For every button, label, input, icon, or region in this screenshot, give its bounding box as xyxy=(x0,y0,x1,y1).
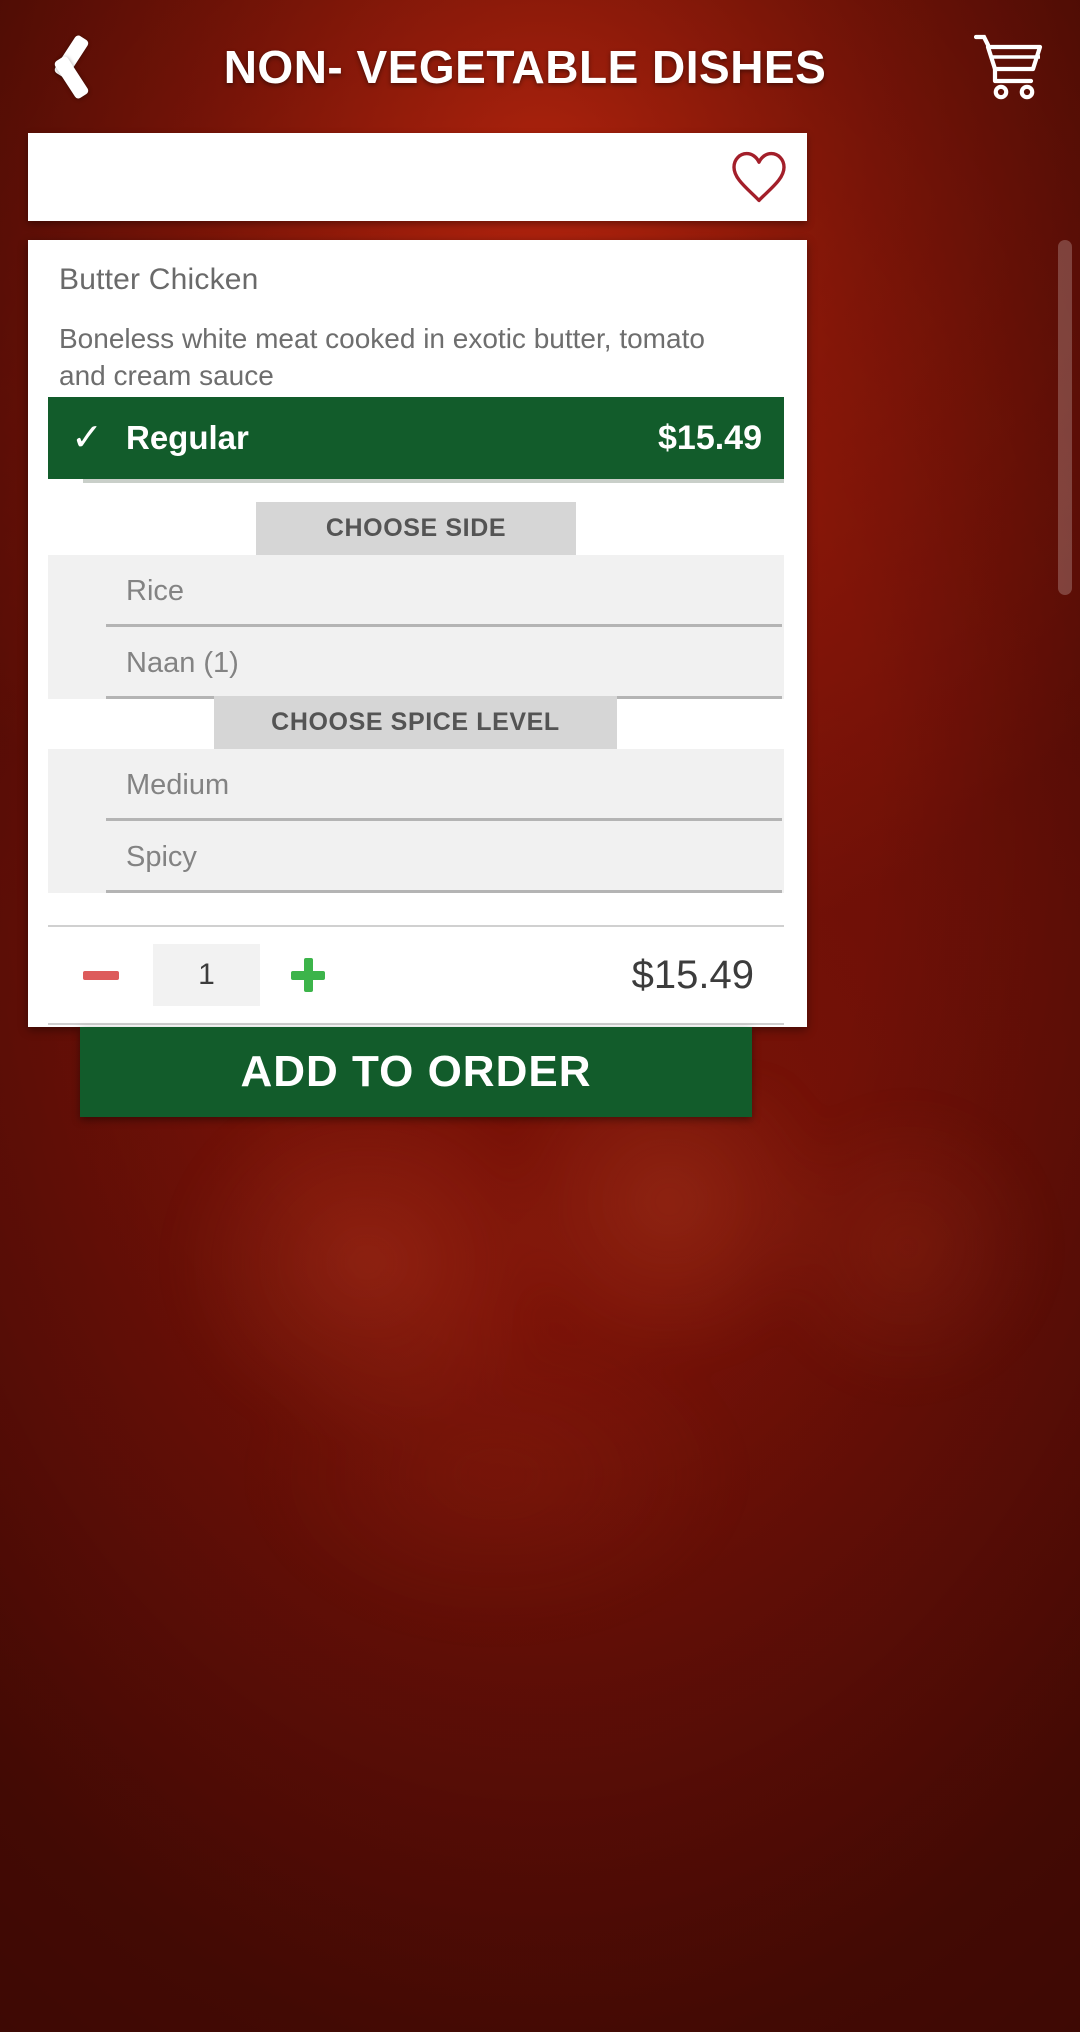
dish-name: Butter Chicken xyxy=(59,263,259,296)
variant-option-regular[interactable]: ✓ Regular $15.49 xyxy=(48,397,784,479)
line-total-price: $15.49 xyxy=(631,952,754,997)
check-icon: ✓ xyxy=(71,417,103,459)
cart-button[interactable] xyxy=(940,0,1080,133)
favorite-button[interactable] xyxy=(711,133,807,221)
option-list-spice: Medium Spicy xyxy=(48,749,784,893)
option-row-spicy[interactable]: Spicy xyxy=(48,821,784,893)
app-bar: NON- VEGETABLE DISHES xyxy=(0,0,1080,133)
option-list-side: Rice Naan (1) xyxy=(48,555,784,699)
option-label: Spicy xyxy=(126,840,197,873)
chevron-left-icon xyxy=(38,31,82,103)
option-label: Naan (1) xyxy=(126,646,239,679)
minus-icon xyxy=(82,970,119,980)
add-to-order-button[interactable]: ADD TO ORDER xyxy=(80,1027,752,1117)
scrollbar-thumb[interactable] xyxy=(1058,240,1072,595)
shopping-cart-icon xyxy=(974,34,1043,99)
quantity-input[interactable]: 1 xyxy=(153,944,260,1006)
option-label: Rice xyxy=(126,574,185,607)
divider xyxy=(48,1023,784,1025)
scrollbar-track[interactable] xyxy=(1058,240,1072,1027)
plus-icon xyxy=(291,958,325,992)
decrement-button[interactable] xyxy=(48,970,153,980)
group-header-choose-side: CHOOSE SIDE xyxy=(256,502,576,555)
option-label: Medium xyxy=(126,768,230,801)
page-title: NON- VEGETABLE DISHES xyxy=(223,40,827,93)
option-row-rice[interactable]: Rice xyxy=(48,555,784,627)
group-header-choose-spice-level: CHOOSE SPICE LEVEL xyxy=(214,696,617,749)
variant-label: Regular xyxy=(126,419,249,456)
quantity-stepper: 1 $15.49 xyxy=(48,927,784,1023)
increment-button[interactable] xyxy=(260,958,356,992)
option-row-medium[interactable]: Medium xyxy=(48,749,784,821)
back-button[interactable] xyxy=(0,0,120,133)
heart-outline-icon xyxy=(732,151,786,203)
variant-price: $15.49 xyxy=(658,418,762,457)
item-detail-card: Butter Chicken Boneless white meat cooke… xyxy=(28,240,807,1027)
favorite-bar xyxy=(28,133,807,221)
dish-description: Boneless white meat cooked in exotic but… xyxy=(59,323,705,392)
variant-underline xyxy=(83,479,784,483)
option-row-naan[interactable]: Naan (1) xyxy=(48,627,784,699)
